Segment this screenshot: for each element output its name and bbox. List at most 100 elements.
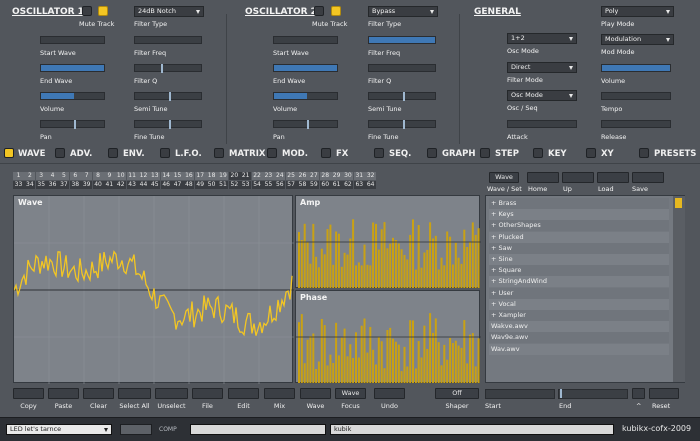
osc2-mute-toggle[interactable] <box>331 6 341 16</box>
osc1-filter-q-slider[interactable] <box>134 64 202 73</box>
osc1-filter-type-select[interactable]: 24dB Notch <box>134 6 204 17</box>
wave-slot-44[interactable]: 44 <box>137 181 149 189</box>
wave-slot-40[interactable]: 40 <box>92 181 104 189</box>
wave-slot-21[interactable]: 21 <box>240 172 252 180</box>
wave-button[interactable] <box>300 388 331 399</box>
tab-lfo[interactable]: L.F.O. <box>175 149 202 159</box>
tab-lfo-checkbox[interactable] <box>160 148 170 158</box>
osc1-filter-freq-slider[interactable] <box>134 36 202 44</box>
start-slider[interactable] <box>485 389 555 399</box>
osc1-fine-tune-slider[interactable] <box>134 120 202 129</box>
wave-slot-41[interactable]: 41 <box>103 181 115 189</box>
load-button[interactable] <box>597 172 629 183</box>
paste-button[interactable] <box>48 388 79 399</box>
wave-slot-51[interactable]: 51 <box>217 181 229 189</box>
wave-slot-56[interactable]: 56 <box>274 181 286 189</box>
wave-slot-22[interactable]: 22 <box>251 172 263 180</box>
osc1-volume-slider[interactable] <box>40 92 105 100</box>
osc1-end-wave-slider[interactable] <box>40 64 105 72</box>
tab-presets[interactable]: PRESETS <box>654 149 696 159</box>
wave-slot-20[interactable]: 20 <box>228 172 240 180</box>
osc1-pan-slider[interactable] <box>40 120 105 129</box>
wave-slot-38[interactable]: 38 <box>69 181 81 189</box>
comp-toggle[interactable] <box>120 424 152 435</box>
browser-list-item[interactable]: + Sine <box>489 254 669 265</box>
browser-list-item[interactable]: + StringAndWind <box>489 276 669 288</box>
phase-panel[interactable]: Phase <box>295 290 481 383</box>
wave-slot-4[interactable]: 4 <box>47 172 59 180</box>
wave-slot-46[interactable]: 46 <box>160 181 172 189</box>
home-button[interactable] <box>527 172 559 183</box>
wave-slot-19[interactable]: 19 <box>217 172 229 180</box>
browser-list-item[interactable]: + Square <box>489 265 669 277</box>
browser-list-item[interactable]: Wakve.awv <box>489 321 669 333</box>
focus-button[interactable]: Wave <box>335 388 366 399</box>
wave-slot-5[interactable]: 5 <box>58 172 70 180</box>
tab-step[interactable]: STEP <box>495 149 519 159</box>
wave-slot-57[interactable]: 57 <box>285 181 297 189</box>
tab-xy-checkbox[interactable] <box>586 148 596 158</box>
mix-button[interactable] <box>264 388 295 399</box>
release-slider[interactable] <box>601 120 671 128</box>
osc2-toggle[interactable] <box>314 6 324 16</box>
wave-slot-24[interactable]: 24 <box>274 172 286 180</box>
file-browser[interactable]: + Brass + Keys + OtherShapes + Plucked + Saw… <box>485 195 685 383</box>
wave-slot-61[interactable]: 61 <box>331 181 343 189</box>
osc2-semi-tune-slider[interactable] <box>368 92 436 101</box>
wave-slot-6[interactable]: 6 <box>69 172 81 180</box>
wave-display[interactable] <box>14 196 294 384</box>
wave-slot-63[interactable]: 63 <box>353 181 365 189</box>
tab-presets-checkbox[interactable] <box>639 148 649 158</box>
osc2-volume-slider[interactable] <box>273 92 338 100</box>
wave-slot-16[interactable]: 16 <box>183 172 195 180</box>
osc2-filter-type-select[interactable]: Bypass <box>368 6 438 17</box>
tab-graph-checkbox[interactable] <box>427 148 437 158</box>
osc2-fine-tune-slider[interactable] <box>368 120 436 129</box>
undo-button[interactable] <box>374 388 405 399</box>
wave-slot-47[interactable]: 47 <box>172 181 184 189</box>
shaper-select[interactable]: Off <box>435 388 479 399</box>
wave-slot-14[interactable]: 14 <box>160 172 172 180</box>
wave-slot-18[interactable]: 18 <box>206 172 218 180</box>
tab-fx[interactable]: FX <box>336 149 348 159</box>
tab-xy[interactable]: XY <box>601 149 614 159</box>
wave-slot-10[interactable]: 10 <box>115 172 127 180</box>
clear-button[interactable] <box>83 388 114 399</box>
wave-slot-30[interactable]: 30 <box>342 172 354 180</box>
scroll-up-button[interactable] <box>632 388 645 399</box>
filter-mode-select[interactable]: Direct <box>507 62 577 73</box>
tab-step-checkbox[interactable] <box>480 148 490 158</box>
wave-slot-17[interactable]: 17 <box>194 172 206 180</box>
browser-list-item[interactable]: + OtherShapes <box>489 220 669 232</box>
wave-slot-26[interactable]: 26 <box>297 172 308 180</box>
wave-slot-48[interactable]: 48 <box>183 181 195 189</box>
wave-slot-27[interactable]: 27 <box>308 172 320 180</box>
wave-slot-28[interactable]: 28 <box>319 172 331 180</box>
tab-wave[interactable]: WAVE <box>18 149 45 159</box>
browser-scrollbar[interactable] <box>673 196 685 382</box>
osc-mode-select[interactable]: 1+2 <box>507 33 577 44</box>
browser-list-item[interactable]: + Saw <box>489 242 669 254</box>
wave-slot-60[interactable]: 60 <box>319 181 331 189</box>
osc1-start-wave-slider[interactable] <box>40 36 105 44</box>
select-all-button[interactable] <box>118 388 151 399</box>
wave-slot-64[interactable]: 64 <box>365 181 377 189</box>
browser-list-item[interactable]: + User <box>489 287 669 299</box>
wave-slot-53[interactable]: 53 <box>240 181 252 189</box>
tab-adv[interactable]: ADV. <box>70 149 92 159</box>
wave-slot-13[interactable]: 13 <box>149 172 161 180</box>
reset-button[interactable] <box>649 388 679 399</box>
wave-slot-34[interactable]: 34 <box>24 181 36 189</box>
browser-list-item[interactable]: Wav.awv <box>489 343 669 355</box>
amp-panel[interactable]: Amp <box>295 195 481 288</box>
wave-slot-2[interactable]: 2 <box>24 172 36 180</box>
wave-slot-23[interactable]: 23 <box>262 172 274 180</box>
wave-slot-31[interactable]: 31 <box>353 172 365 180</box>
wave-slot-35[interactable]: 35 <box>35 181 47 189</box>
patch-name-field[interactable]: kubik <box>330 424 614 435</box>
tab-matrix[interactable]: MATRIX <box>229 149 265 159</box>
osc2-pan-slider[interactable] <box>273 120 338 129</box>
wave-slot-52[interactable]: 52 <box>228 181 240 189</box>
osc1-semi-tune-slider[interactable] <box>134 92 202 101</box>
osc1-toggle[interactable] <box>82 6 92 16</box>
